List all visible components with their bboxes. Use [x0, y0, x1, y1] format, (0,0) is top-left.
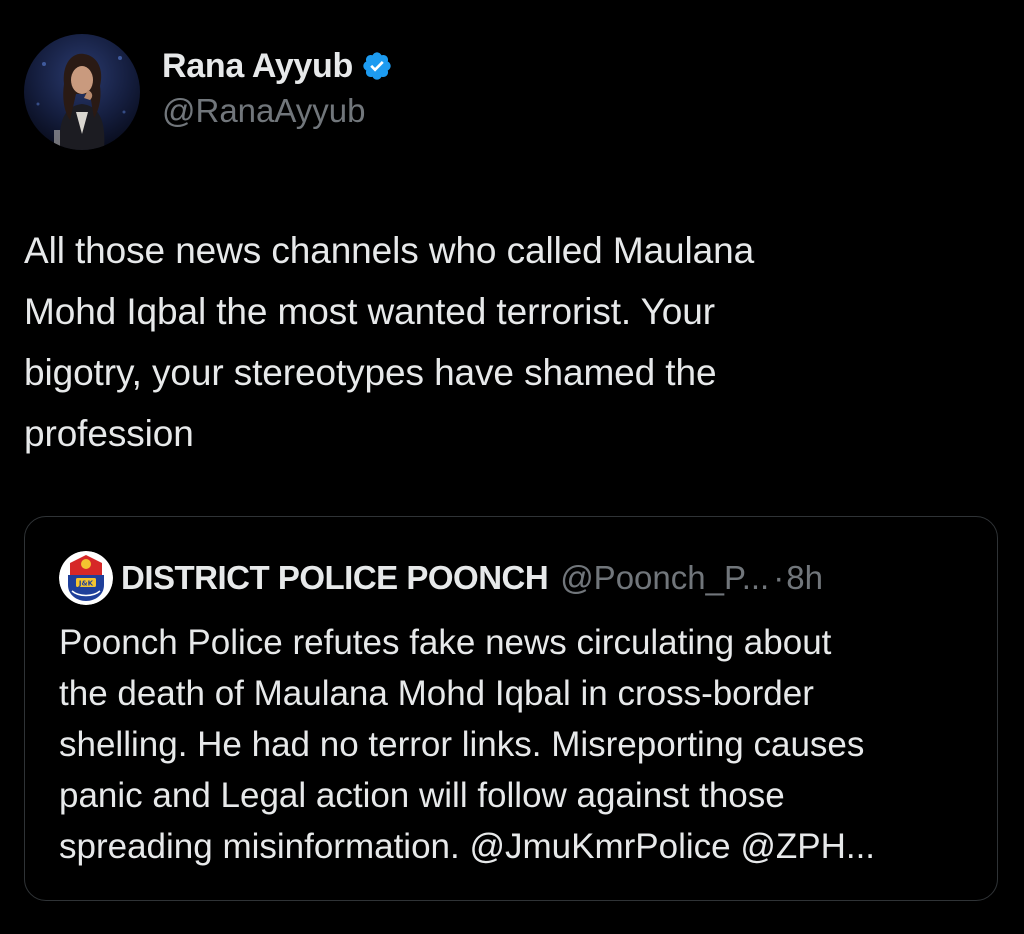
author-handle[interactable]: @RanaAyyub: [162, 92, 393, 130]
avatar-image: [24, 34, 140, 150]
quoted-tweet-timestamp[interactable]: 8h: [786, 559, 823, 597]
display-name-row: Rana Ayyub: [162, 44, 393, 88]
quoted-tweet-card[interactable]: J&K DISTRICT POLICE POONCH @Poonch_P... …: [24, 516, 998, 901]
tweet-header: Rana Ayyub @RanaAyyub: [24, 34, 393, 150]
svg-text:J&K: J&K: [78, 580, 94, 588]
tweet-body-text: All those news channels who called Maula…: [24, 230, 755, 454]
quoted-tweet-header: J&K DISTRICT POLICE POONCH @Poonch_P... …: [59, 551, 823, 605]
quoted-author-avatar[interactable]: J&K: [59, 551, 113, 605]
separator-dot: ·: [773, 559, 785, 596]
quoted-author-display-name[interactable]: DISTRICT POLICE POONCH: [121, 559, 549, 597]
verified-badge-icon[interactable]: [361, 50, 393, 82]
author-info: Rana Ayyub @RanaAyyub: [162, 44, 393, 130]
author-avatar[interactable]: [24, 34, 140, 150]
quoted-author-handle[interactable]: @Poonch_P...: [560, 559, 769, 597]
quoted-tweet-body-text: Poonch Police refutes fake news circulat…: [59, 623, 876, 866]
author-display-name[interactable]: Rana Ayyub: [162, 47, 353, 86]
police-emblem-icon: J&K: [59, 551, 113, 605]
